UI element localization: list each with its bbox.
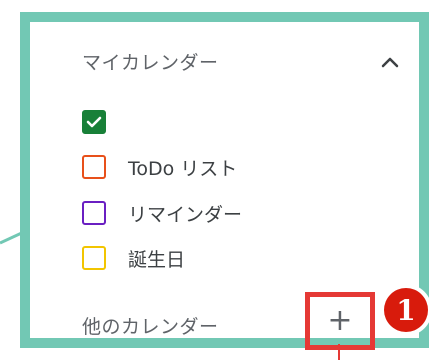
checkmark-icon (86, 116, 102, 128)
chevron-up-icon[interactable] (380, 54, 400, 70)
callout-number: 1 (384, 288, 428, 332)
calendar-label: 誕生日 (128, 248, 186, 271)
other-calendars-title: 他のカレンダー (82, 316, 219, 338)
calendar-checkbox[interactable] (82, 246, 106, 270)
calendar-label: ToDo リスト (128, 157, 238, 180)
my-calendars-title: マイカレンダー (82, 52, 219, 74)
calendar-item-reminders[interactable]: リマインダー (82, 196, 242, 230)
plus-icon: + (327, 303, 353, 338)
calendar-panel-frame: マイカレンダー ToDo リスト リマインダー 誕生日 他のカレンダー + (20, 12, 429, 350)
calendar-checkbox[interactable] (82, 110, 106, 134)
calendar-label: リマインダー (128, 203, 243, 226)
calendar-checkbox[interactable] (82, 155, 106, 179)
calendar-item-default[interactable] (82, 105, 128, 139)
add-other-calendar-button[interactable]: + (305, 292, 375, 350)
pointer-line (338, 344, 340, 360)
calendar-item-birthdays[interactable]: 誕生日 (82, 241, 185, 275)
calendar-item-todo[interactable]: ToDo リスト (82, 150, 237, 184)
calendar-checkbox[interactable] (82, 201, 106, 225)
callout-badge: 1 (380, 284, 432, 336)
